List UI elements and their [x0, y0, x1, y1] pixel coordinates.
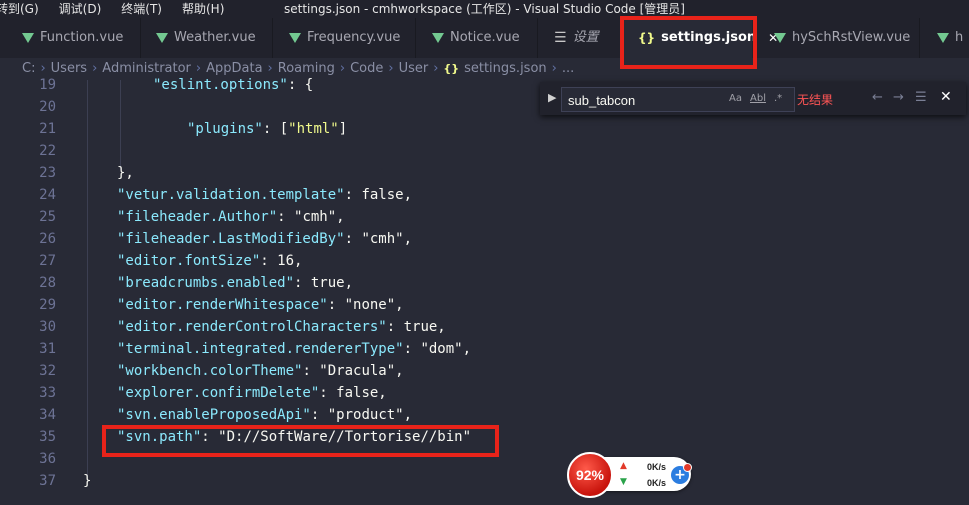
- tab-divider: [272, 18, 273, 58]
- line-number: 20: [39, 99, 56, 115]
- breadcrumb-item[interactable]: ...: [562, 58, 574, 80]
- line-number: 28: [39, 275, 56, 291]
- settings-list-icon: ☰: [554, 30, 567, 46]
- tab-frequency-vue[interactable]: Frequency.vue: [289, 18, 400, 58]
- tab-bar: Function.vue Weather.vue Frequency.vue N…: [0, 18, 969, 58]
- line-number: 35: [39, 429, 56, 445]
- vue-icon: [156, 33, 168, 43]
- code-line[interactable]: "explorer.confirmDelete": false,: [117, 385, 387, 401]
- indent-guide: [120, 80, 121, 170]
- window-title: settings.json - cmhworkspace (工作区) - Vis…: [283, 2, 685, 16]
- code-line[interactable]: "workbench.colorTheme": "Dracula",: [117, 363, 404, 379]
- tab-label: hySchRstView.vue: [792, 30, 911, 45]
- tab-label: 设置: [572, 30, 599, 45]
- code-line[interactable]: "plugins": ["html"]: [187, 121, 347, 137]
- tab-hyschrstview-vue[interactable]: hySchRstView.vue: [774, 18, 910, 58]
- tab-label: Frequency.vue: [307, 30, 401, 45]
- json-icon: {}: [443, 62, 460, 75]
- line-number: 23: [39, 165, 56, 181]
- line-number: 34: [39, 407, 56, 423]
- tab-divider: [919, 18, 920, 58]
- vue-icon: [432, 33, 444, 43]
- vue-icon: [22, 33, 34, 43]
- network-speed-widget[interactable]: 92% ▲ ▼ 0K/s 0K/s +: [567, 452, 693, 498]
- notification-dot-icon: [683, 463, 692, 472]
- tab-settings-ui[interactable]: ☰ 设置: [554, 18, 599, 58]
- tab-divider: [415, 18, 416, 58]
- vue-icon: [937, 33, 949, 43]
- line-number: 24: [39, 187, 56, 203]
- line-number: 30: [39, 319, 56, 335]
- find-result-status: 无结果: [797, 93, 834, 107]
- line-number: 26: [39, 231, 56, 247]
- tab-h-vue[interactable]: h: [937, 18, 963, 58]
- line-number: 32: [39, 363, 56, 379]
- regex-icon[interactable]: .*: [774, 93, 782, 104]
- line-number: 31: [39, 341, 56, 357]
- code-line[interactable]: "svn.enableProposedApi": "product",: [117, 407, 412, 423]
- upload-rate: 0K/s: [647, 462, 667, 472]
- tab-label: h: [955, 30, 964, 45]
- line-number: 19: [39, 77, 56, 93]
- highlight-settings-tab: [620, 16, 757, 69]
- tab-weather-vue[interactable]: Weather.vue: [156, 18, 256, 58]
- indent-guide: [87, 80, 88, 480]
- line-number: 37: [39, 473, 56, 489]
- code-line[interactable]: "fileheader.Author": "cmh",: [117, 209, 345, 225]
- tab-function-vue[interactable]: Function.vue: [22, 18, 123, 58]
- chevron-right-icon: ›: [339, 61, 346, 76]
- find-widget: ▶ Aa Abl .* 无结果 ← → ☰ ✕: [540, 82, 966, 115]
- line-number: 27: [39, 253, 56, 269]
- highlight-svn-path-line: [102, 425, 499, 457]
- chevron-right-icon: ›: [92, 61, 98, 76]
- line-number: 29: [39, 297, 56, 313]
- chevron-right-icon: ›: [551, 61, 557, 76]
- chevron-right-icon[interactable]: ▶: [548, 91, 556, 104]
- close-icon[interactable]: ✕: [940, 89, 952, 105]
- breadcrumb-item[interactable]: Users: [51, 58, 87, 80]
- line-number-gutter: 19 20 21 22 23 24 25 26 27 28 29 30 31 32 33 34 35 36 37: [0, 77, 70, 505]
- code-line[interactable]: "terminal.integrated.rendererType": "dom…: [117, 341, 471, 357]
- arrow-up-icon[interactable]: ←: [872, 90, 883, 105]
- match-case-icon[interactable]: Aa: [729, 93, 742, 104]
- tab-label: Function.vue: [40, 30, 124, 45]
- tab-label: Weather.vue: [174, 30, 256, 45]
- line-number: 25: [39, 209, 56, 225]
- tab-divider: [537, 18, 538, 58]
- line-number: 33: [39, 385, 56, 401]
- code-line[interactable]: "fileheader.LastModifiedBy": "cmh",: [117, 231, 412, 247]
- breadcrumb-item[interactable]: User: [399, 58, 429, 80]
- tab-divider: [140, 18, 141, 58]
- line-number: 22: [39, 143, 56, 159]
- find-input-box: Aa Abl .*: [561, 87, 795, 112]
- vue-icon: [774, 33, 786, 43]
- code-line[interactable]: "editor.renderWhitespace": "none",: [117, 297, 404, 313]
- breadcrumb-item[interactable]: settings.json: [464, 58, 547, 80]
- memory-usage-badge[interactable]: 92%: [567, 452, 613, 498]
- upload-arrow-icon: ▲: [620, 461, 627, 471]
- download-arrow-icon: ▼: [620, 477, 627, 487]
- find-input[interactable]: [566, 89, 720, 111]
- tab-notice-vue[interactable]: Notice.vue: [432, 18, 520, 58]
- code-line[interactable]: },: [117, 165, 134, 181]
- find-in-selection-icon[interactable]: ☰: [915, 90, 927, 105]
- vue-icon: [289, 33, 301, 43]
- chevron-right-icon: ›: [433, 61, 439, 76]
- code-line[interactable]: "breadcrumbs.enabled": true,: [117, 275, 353, 291]
- code-line[interactable]: "editor.renderControlCharacters": true,: [117, 319, 446, 335]
- title-bar: 转到(G) 调试(D) 终端(T) 帮助(H) settings.json - …: [0, 0, 969, 18]
- breadcrumb: C: › Users › Administrator › AppData › R…: [0, 58, 969, 80]
- line-number: 21: [39, 121, 56, 137]
- tab-label: Notice.vue: [450, 30, 520, 45]
- breadcrumb-item[interactable]: Code: [350, 58, 383, 80]
- code-line[interactable]: "vetur.validation.template": false,: [117, 187, 412, 203]
- line-number: 36: [39, 451, 56, 467]
- code-line[interactable]: }: [83, 473, 91, 489]
- download-rate: 0K/s: [647, 478, 667, 488]
- code-line[interactable]: "editor.fontSize": 16,: [117, 253, 302, 269]
- whole-word-icon[interactable]: Abl: [750, 93, 766, 104]
- arrow-down-icon[interactable]: →: [893, 90, 904, 105]
- code-line[interactable]: "eslint.options": {: [153, 77, 313, 93]
- chevron-right-icon: ›: [388, 61, 394, 76]
